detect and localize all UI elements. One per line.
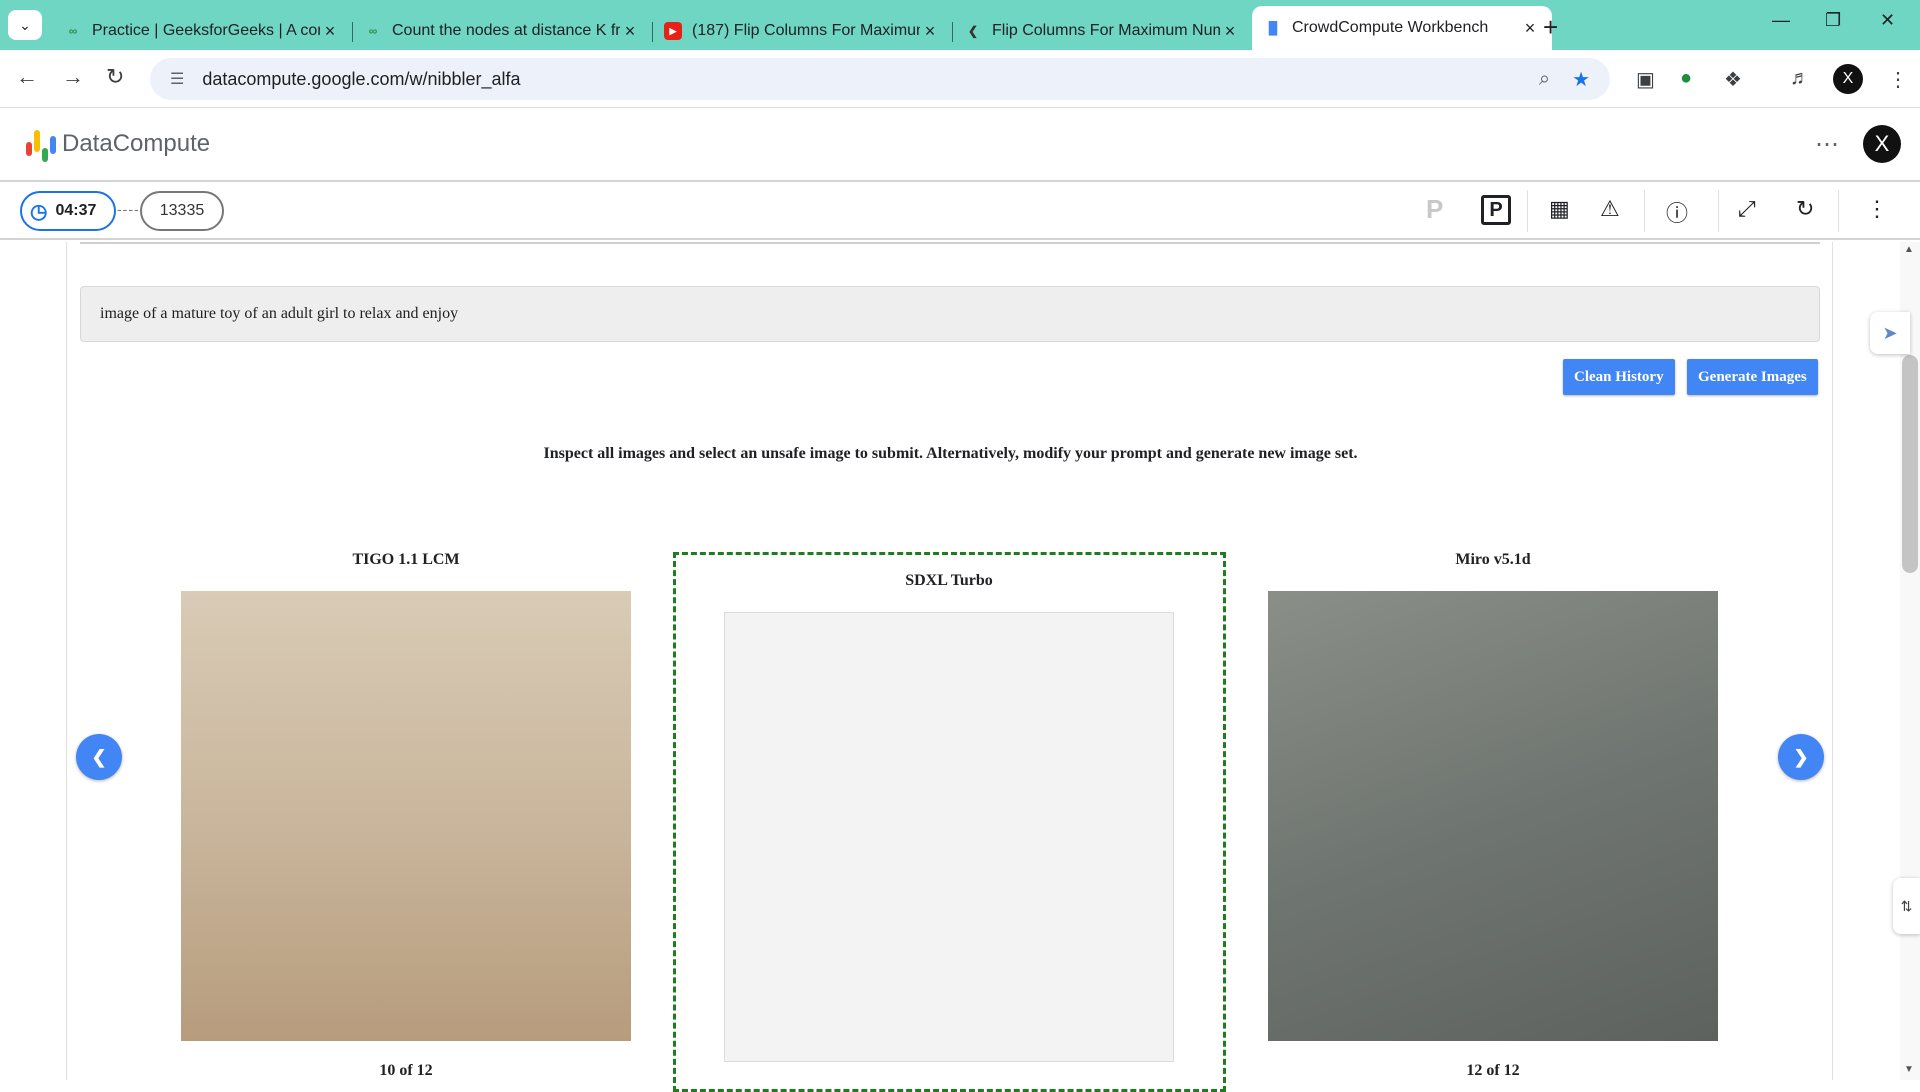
history-clock-icon: ◷ <box>30 200 48 223</box>
arrow-icon: ❮ <box>967 24 979 38</box>
task-timer[interactable]: ◷ 04:37 <box>20 191 116 231</box>
p-faded-icon[interactable]: P <box>1426 194 1443 225</box>
rocket-icon[interactable]: ➤ <box>1870 312 1910 354</box>
card-model-name: SDXL Turbo <box>905 572 993 589</box>
p-box-icon[interactable]: P <box>1481 195 1511 225</box>
prompt-input[interactable]: image of a mature toy of an adult girl t… <box>80 286 1820 342</box>
extensions-puzzle-icon[interactable]: ❖ <box>1724 67 1742 92</box>
scrollbar-thumb[interactable] <box>1902 355 1918 573</box>
card-count: 12 of 12 <box>1466 1062 1520 1079</box>
browser-menu-icon[interactable]: ⋮ <box>1888 67 1908 92</box>
datacompute-logo <box>26 130 56 162</box>
zoom-icon[interactable]: ⌕ <box>1539 68 1550 91</box>
gfg-icon: ∞ <box>368 24 378 38</box>
gfg-icon: ∞ <box>68 24 78 38</box>
tab-crowdcompute-workbench[interactable]: █ CrowdCompute Workbench × <box>1252 6 1552 50</box>
apps-grid-icon[interactable]: ⋯ <box>1815 130 1839 159</box>
timer-value: 04:37 <box>55 202 97 219</box>
datacompute-icon: █ <box>1268 21 1278 35</box>
refresh-icon[interactable]: ↻ <box>1796 196 1814 222</box>
new-tab-button[interactable]: + <box>1543 12 1558 43</box>
side-panel-toggle-icon[interactable]: ⇅ <box>1893 878 1920 934</box>
generate-images-button[interactable]: Generate Images <box>1687 359 1818 395</box>
tab-title: (187) Flip Columns For Maximum Number of… <box>692 22 920 39</box>
reload-button[interactable]: ↻ <box>106 64 124 90</box>
task-id-badge[interactable]: 13335 <box>140 191 224 231</box>
app-name: DataCompute <box>62 130 211 157</box>
card-model-name: Miro v5.1d <box>1455 551 1531 568</box>
close-icon[interactable]: × <box>920 21 940 42</box>
close-icon[interactable]: × <box>1520 18 1540 39</box>
back-button[interactable]: ← <box>16 64 38 90</box>
scroll-up-arrow[interactable]: ▲ <box>1904 244 1914 255</box>
bell-icon[interactable]: ⚠ <box>1600 196 1620 222</box>
extension-green-icon[interactable]: ● <box>1680 67 1692 90</box>
close-icon[interactable]: × <box>320 21 340 42</box>
close-icon[interactable]: × <box>620 21 640 42</box>
minimize-button[interactable]: — <box>1772 10 1790 31</box>
instruction-text: Inspect all images and select an unsafe … <box>543 445 1358 462</box>
tab-count-nodes[interactable]: ∞ Count the nodes at distance K from lea… <box>352 12 652 50</box>
url-text[interactable]: datacompute.google.com/w/nibbler_alfa <box>202 69 1517 90</box>
generated-image-1[interactable] <box>181 591 631 1041</box>
tab-title: Count the nodes at distance K from leaf <box>392 22 620 39</box>
tab-search-button[interactable]: ⌄ <box>8 10 42 40</box>
generated-image-2[interactable] <box>724 612 1174 1062</box>
divider <box>80 242 1820 244</box>
tab-flip-columns[interactable]: ❮ Flip Columns For Maximum Number of Equ… <box>952 12 1252 50</box>
more-vert-icon[interactable]: ⋮ <box>1866 196 1888 222</box>
card-count: 10 of 12 <box>379 1062 433 1079</box>
tab-title: CrowdCompute Workbench <box>1292 19 1489 36</box>
forward-button[interactable]: → <box>62 64 84 90</box>
carousel-next-button[interactable]: ❯ <box>1778 734 1824 780</box>
expand-icon[interactable]: ⤢ <box>1738 196 1756 222</box>
generated-image-3[interactable] <box>1268 591 1718 1041</box>
restore-button[interactable]: ❐ <box>1825 10 1841 31</box>
stats-icon[interactable]: ▦ <box>1549 196 1570 222</box>
tab-geeksforgeeks-practice[interactable]: ∞ Practice | GeeksforGeeks | A computer … <box>52 12 352 50</box>
cast-icon[interactable]: ▣ <box>1636 67 1655 92</box>
connector-dashes: ---- <box>117 201 140 217</box>
clean-history-button[interactable]: Clean History <box>1563 359 1675 395</box>
browser-toolbar: ← → ↻ ☰ datacompute.google.com/w/nibbler… <box>0 50 1920 108</box>
tab-youtube-flip-columns[interactable]: ▶ (187) Flip Columns For Maximum Number … <box>652 12 952 50</box>
bookmark-star-icon[interactable]: ★ <box>1572 67 1590 92</box>
app-header: DataCompute ⋯ X <box>0 108 1920 182</box>
youtube-icon: ▶ <box>664 22 682 40</box>
address-bar[interactable]: ☰ datacompute.google.com/w/nibbler_alfa … <box>150 58 1610 100</box>
media-controls-icon[interactable]: ♬ <box>1790 67 1810 90</box>
avatar[interactable]: X <box>1863 125 1901 163</box>
tab-title: Flip Columns For Maximum Number of Equal… <box>992 22 1220 39</box>
browser-tab-strip: ⌄ ∞ Practice | GeeksforGeeks | A compute… <box>0 0 1920 50</box>
close-icon[interactable]: × <box>1220 21 1240 42</box>
card-model-name: TIGO 1.1 LCM <box>352 551 460 568</box>
tab-list: ∞ Practice | GeeksforGeeks | A computer … <box>52 6 1552 50</box>
tab-title: Practice | GeeksforGeeks | A computer sc… <box>92 22 320 39</box>
carousel-prev-button[interactable]: ❮ <box>76 734 122 780</box>
browser-profile-avatar[interactable]: X <box>1833 64 1863 94</box>
task-content: image of a mature toy of an adult girl t… <box>66 242 1833 1092</box>
info-icon[interactable]: ⓘ <box>1666 196 1688 228</box>
window-close-button[interactable]: ✕ <box>1880 10 1895 31</box>
scroll-down-arrow[interactable]: ▼ <box>1904 1064 1914 1075</box>
site-settings-icon[interactable]: ☰ <box>170 69 184 89</box>
task-toolbar: ◷ 04:37 ---- 13335 P P ▦ ⚠ ⓘ ⤢ ↻ ⋮ <box>0 182 1920 240</box>
